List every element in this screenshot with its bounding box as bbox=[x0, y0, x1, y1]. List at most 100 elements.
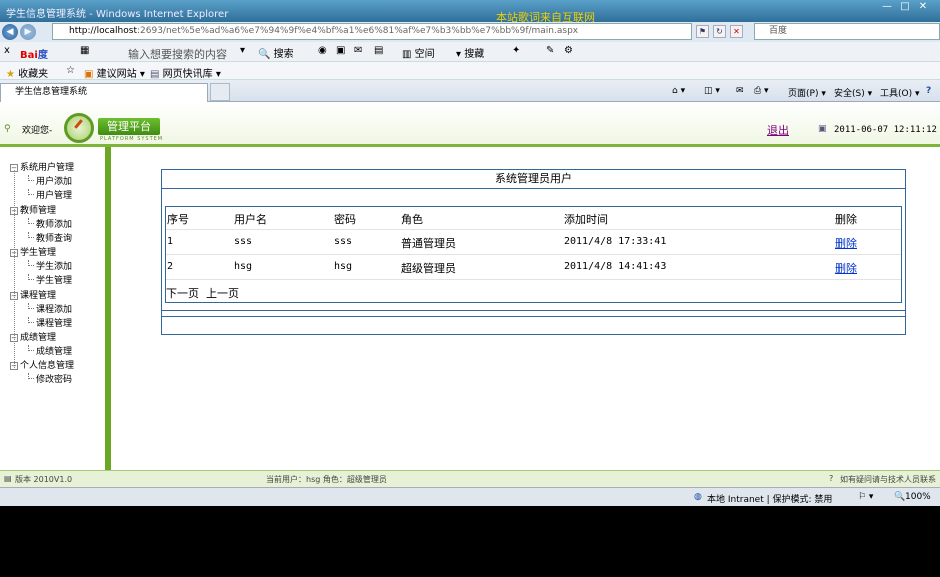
tree-item-course-manage[interactable]: 课程管理 bbox=[28, 316, 72, 329]
favorites-label: 收藏夹 bbox=[18, 69, 49, 80]
cell-id: 1 bbox=[167, 236, 174, 247]
space-label: 空间 bbox=[414, 49, 435, 60]
favorites-collect-button[interactable]: ▾ 搜藏 bbox=[456, 45, 484, 60]
tree-item-label: 用户管理 bbox=[36, 191, 73, 201]
column-header-role: 角色 bbox=[401, 213, 423, 226]
tree-item-course-add[interactable]: 课程添加 bbox=[28, 302, 72, 315]
contact-text: 如有疑问请与技术人员联系 bbox=[840, 475, 936, 484]
collapse-icon: − bbox=[10, 361, 18, 370]
logout-link[interactable]: 退出 bbox=[767, 122, 789, 138]
tree-item-label: 教师添加 bbox=[36, 220, 73, 230]
window-title: 学生信息管理系统 - Windows Internet Explorer bbox=[6, 9, 229, 20]
close-window-button[interactable]: ✕ bbox=[916, 2, 930, 12]
restore-button[interactable]: □ bbox=[898, 2, 912, 12]
tab-main[interactable]: 学生信息管理系统 bbox=[0, 83, 208, 102]
mail-icon[interactable]: ✉ bbox=[736, 86, 744, 96]
tree-item-label: 学生管理 bbox=[36, 276, 73, 286]
back-button[interactable]: ◀ bbox=[2, 24, 18, 40]
desktop-background bbox=[0, 506, 940, 577]
tools-menu-label: 工具(O) bbox=[880, 89, 913, 99]
print-icon[interactable]: ⎙ ▾ bbox=[754, 86, 769, 96]
tree-group-grades[interactable]: − 成绩管理 bbox=[10, 330, 56, 343]
baidu-menu-icon[interactable]: ▦ bbox=[80, 45, 89, 56]
toolbar-icon-5[interactable]: ✦ bbox=[512, 45, 520, 56]
tree-item-teacher-query[interactable]: 教师查询 bbox=[28, 231, 72, 244]
tree-item-label: 成绩管理 bbox=[36, 347, 73, 357]
help-icon[interactable]: ? bbox=[926, 86, 931, 96]
column-header-password: 密码 bbox=[334, 213, 356, 226]
tree-group-label: 个人信息管理 bbox=[20, 361, 75, 371]
cell-password: sss bbox=[334, 236, 353, 247]
zoom-level[interactable]: 100% bbox=[905, 492, 931, 502]
toolbar-icon-2[interactable]: ▣ bbox=[336, 45, 345, 56]
toolbar-close-icon[interactable]: x bbox=[4, 45, 10, 56]
toolbar-icon-1[interactable]: ◉ bbox=[318, 45, 327, 56]
stop-icon[interactable]: ✕ bbox=[730, 25, 743, 38]
new-tab-button[interactable] bbox=[210, 83, 230, 101]
collapse-icon: − bbox=[10, 291, 18, 300]
tree-group-teachers[interactable]: − 教师管理 bbox=[10, 203, 56, 216]
delete-link[interactable]: 删除 bbox=[835, 260, 857, 276]
question-icon: ? bbox=[829, 474, 834, 483]
tree-item-user-add[interactable]: 用户添加 bbox=[28, 174, 72, 187]
baidu-logo[interactable]: Bai度 bbox=[20, 46, 48, 61]
tree-item-student-manage[interactable]: 学生管理 bbox=[28, 273, 72, 286]
add-favorite-icon[interactable]: ☆ bbox=[66, 65, 75, 76]
tree-group-courses[interactable]: − 课程管理 bbox=[10, 288, 56, 301]
toolbar-icon-3[interactable]: ✉ bbox=[354, 45, 362, 56]
search-input[interactable]: 百度 bbox=[754, 23, 940, 40]
tree-group-system-users[interactable]: − 系统用户管理 bbox=[10, 160, 74, 173]
safety-menu[interactable]: 安全(S) ▾ bbox=[834, 86, 872, 99]
popup-blocker-icon[interactable]: ⚐ ▾ bbox=[858, 492, 873, 502]
compat-view-icon[interactable]: ⚑ bbox=[696, 25, 709, 38]
favorites-button[interactable]: ★ 收藏夹 bbox=[6, 65, 48, 80]
pen-icon[interactable]: ✎ bbox=[546, 45, 554, 56]
tree-group-students[interactable]: − 学生管理 bbox=[10, 245, 56, 258]
prev-page-link[interactable]: 上一页 bbox=[206, 285, 239, 301]
web-slice-link[interactable]: ▤ 网页快讯库 ▾ bbox=[150, 65, 221, 80]
tree-item-change-password[interactable]: 修改密码 bbox=[28, 372, 72, 385]
column-header-id: 序号 bbox=[167, 213, 189, 226]
cell-role: 超级管理员 bbox=[401, 262, 456, 275]
tools-menu[interactable]: 工具(O) ▾ bbox=[880, 86, 920, 99]
refresh-icon[interactable]: ↻ bbox=[713, 25, 726, 38]
tab-command-bar: 学生信息管理系统 ⌂ ▾ ◫ ▾ ✉ ⎙ ▾ 页面(P) ▾ 安全(S) ▾ 工… bbox=[0, 80, 940, 102]
tree-group-label: 系统用户管理 bbox=[20, 163, 75, 173]
toolbar-icon-4[interactable]: ▤ bbox=[374, 45, 383, 56]
tree-item-student-add[interactable]: 学生添加 bbox=[28, 259, 72, 272]
safety-menu-label: 安全(S) bbox=[834, 89, 865, 99]
tree-group-label: 教师管理 bbox=[20, 206, 57, 216]
favorites-bar: ★ 收藏夹 ☆ ▣ 建议网站 ▾ ▤ 网页快讯库 ▾ bbox=[0, 62, 940, 80]
star-icon: ★ bbox=[6, 69, 15, 80]
tree-item-label: 用户添加 bbox=[36, 177, 73, 187]
gear-icon[interactable]: ⚙ bbox=[564, 45, 573, 56]
cell-id: 2 bbox=[167, 261, 174, 272]
page-menu[interactable]: 页面(P) ▾ bbox=[788, 86, 826, 99]
user-icon: ⚲ bbox=[4, 124, 11, 134]
next-page-link[interactable]: 下一页 bbox=[166, 285, 199, 301]
collapse-icon: − bbox=[10, 163, 18, 172]
feeds-icon[interactable]: ◫ ▾ bbox=[704, 86, 720, 96]
datetime-display: 2011-06-07 12:11:12 P bbox=[834, 125, 940, 135]
tree-group-personal-info[interactable]: − 个人信息管理 bbox=[10, 358, 74, 371]
dropdown-arrow-icon[interactable]: ▾ bbox=[240, 45, 245, 56]
space-button[interactable]: ▥ 空间 bbox=[402, 45, 435, 60]
panel-divider bbox=[161, 310, 906, 311]
tree-item-grade-manage[interactable]: 成绩管理 bbox=[28, 344, 72, 357]
row-divider bbox=[166, 254, 901, 255]
minimize-button[interactable]: — bbox=[880, 2, 894, 12]
suggested-sites-label: 建议网站 bbox=[96, 69, 137, 80]
baidu-search-button[interactable]: 🔍 搜索 bbox=[258, 45, 294, 60]
security-zone-text[interactable]: 本地 Intranet | 保护模式: 禁用 bbox=[707, 492, 832, 505]
app-header: ⚲ 欢迎您- 管理平台 PLATFORM SYSTEM 退出 ▣ 2011-06… bbox=[0, 102, 940, 147]
suggested-sites-link[interactable]: ▣ 建议网站 ▾ bbox=[84, 65, 145, 80]
baidu-search-input[interactable]: 输入想要搜索的内容 bbox=[128, 46, 227, 62]
delete-link[interactable]: 删除 bbox=[835, 235, 857, 251]
url-input[interactable]: http://localhost:2693/net%5e%ad%a6%e7%94… bbox=[52, 23, 692, 40]
forward-button[interactable]: ▶ bbox=[20, 24, 36, 40]
home-icon[interactable]: ⌂ ▾ bbox=[672, 86, 685, 96]
tree-item-teacher-add[interactable]: 教师添加 bbox=[28, 217, 72, 230]
collapse-icon: − bbox=[10, 248, 18, 257]
tree-item-label: 修改密码 bbox=[36, 375, 73, 385]
tree-item-user-manage[interactable]: 用户管理 bbox=[28, 188, 72, 201]
